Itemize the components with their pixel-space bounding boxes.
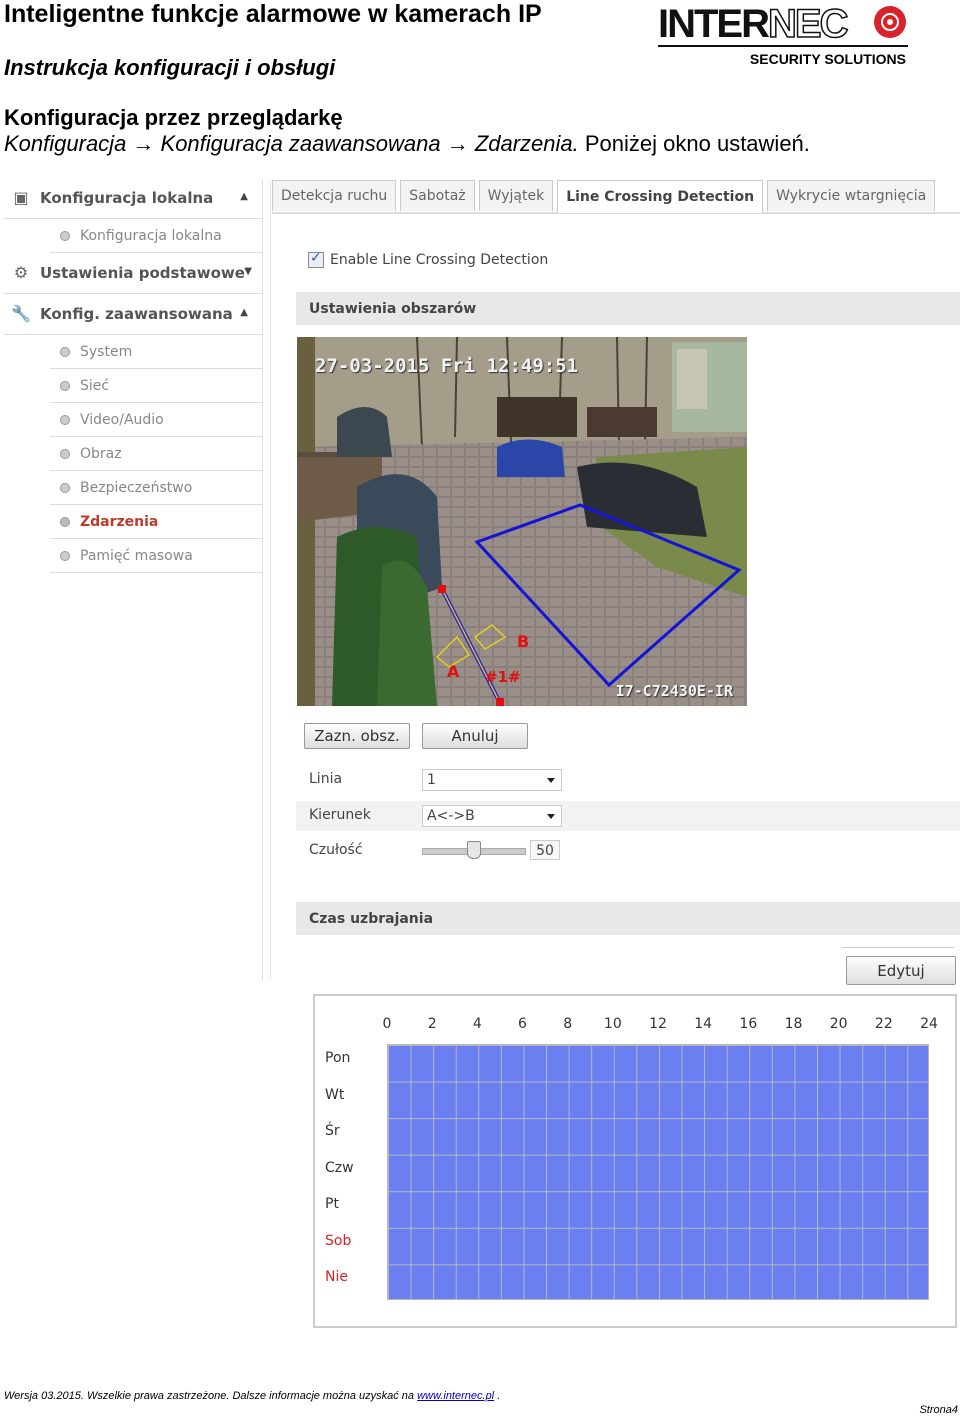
- document-title: Inteligentne funkcje alarmowe w kamerach…: [4, 0, 542, 28]
- tab-line-crossing[interactable]: Line Crossing Detection: [557, 180, 764, 213]
- sidebar-item-network[interactable]: Sieć: [50, 369, 262, 403]
- line-label: Linia: [309, 771, 343, 787]
- day-label: Pt: [325, 1196, 339, 1213]
- camera-name: I7-C72430E-IR: [615, 682, 733, 700]
- monitor-icon: ▣: [13, 188, 29, 207]
- sensitivity-label: Czułość: [309, 842, 363, 858]
- bullet-icon: [60, 380, 70, 391]
- day-label: Sob: [325, 1232, 352, 1249]
- hour-label: 22: [874, 1016, 893, 1032]
- sidebar: ▣ Konfiguracja lokalna ▲ Konfiguracja lo…: [4, 178, 262, 578]
- hour-label: 14: [694, 1016, 713, 1032]
- sensitivity-slider-thumb[interactable]: [467, 841, 481, 859]
- hour-label: 6: [518, 1016, 527, 1032]
- sidebar-group-basic[interactable]: ⚙ Ustawienia podstawowe ▼: [4, 253, 262, 294]
- sidebar-divider: [262, 180, 263, 980]
- sidebar-item-storage[interactable]: Pamięć masowa: [50, 539, 262, 573]
- sensitivity-value[interactable]: 50: [530, 840, 560, 860]
- edit-divider: [842, 947, 954, 948]
- sidebar-group-advanced[interactable]: 🔧 Konfig. zaawansowana ▲: [4, 294, 262, 335]
- arming-schedule-header: Czas uzbrajania: [296, 902, 960, 935]
- enable-line-crossing-row[interactable]: Enable Line Crossing Detection: [308, 250, 549, 268]
- enable-checkbox[interactable]: [308, 250, 324, 268]
- direction-select[interactable]: A<->B: [422, 805, 562, 827]
- camera-scene: A B #1#: [297, 337, 747, 706]
- content-divider: [270, 180, 271, 980]
- hour-label: 20: [829, 1016, 848, 1032]
- schedule-grid[interactable]: [387, 1044, 929, 1300]
- hour-label: 10: [603, 1016, 622, 1032]
- chevron-up-icon: ▲: [240, 307, 248, 318]
- section-title: Konfiguracja przez przeglądarkę: [4, 105, 343, 130]
- svg-text:B: B: [517, 632, 529, 651]
- logo-ring-icon: [874, 6, 906, 38]
- svg-text:A: A: [447, 662, 460, 681]
- internec-logo: INTERNEC SECURITY SOLUTIONS: [658, 2, 908, 67]
- sidebar-item-video-audio[interactable]: Video/Audio: [50, 403, 262, 437]
- svg-text:#1#: #1#: [485, 668, 521, 686]
- sidebar-group-local[interactable]: ▣ Konfiguracja lokalna ▲: [4, 178, 262, 219]
- bullet-icon: [60, 346, 70, 357]
- bullet-icon: [60, 482, 70, 493]
- edit-schedule-button[interactable]: Edytuj: [846, 956, 956, 985]
- day-label: Pon: [325, 1050, 351, 1066]
- camera-preview[interactable]: A B #1# 27-03-2015 Fri 12:49:51 I7-C7243…: [297, 337, 747, 706]
- bullet-icon: [60, 516, 70, 527]
- hour-label: 12: [649, 1016, 667, 1032]
- chevron-down-icon: ▼: [244, 266, 252, 277]
- schedule-panel: 0 2 4 6 8 10 12 14 16 18 20 22 24 Pon Wt Śr Czw Pt Sob Nie: [313, 994, 957, 1328]
- tab-intrusion[interactable]: Wykrycie wtargnięcia: [767, 180, 936, 211]
- tab-exception[interactable]: Wyjątek: [478, 180, 554, 211]
- camera-timestamp: 27-03-2015 Fri 12:49:51: [315, 355, 579, 377]
- sidebar-item-system[interactable]: System: [50, 335, 262, 369]
- area-settings-header: Ustawienia obszarów: [296, 292, 960, 325]
- direction-label: Kierunek: [309, 807, 371, 823]
- tab-tamper[interactable]: Sabotaż: [400, 180, 475, 211]
- day-label: Nie: [325, 1269, 348, 1286]
- website-link[interactable]: www.internec.pl: [417, 1390, 494, 1402]
- breadcrumb-note: Poniżej okno ustawień.: [578, 131, 810, 156]
- breadcrumb-path: Konfiguracja → Konfiguracja zaawansowana…: [4, 131, 579, 156]
- bullet-icon: [60, 414, 70, 425]
- hour-label: 2: [427, 1016, 437, 1032]
- page-number: Strona4: [919, 1404, 958, 1416]
- draw-area-button[interactable]: Zazn. obsz.: [304, 723, 410, 749]
- gear-icon: ⚙: [13, 263, 29, 282]
- tab-motion-detection[interactable]: Detekcja ruchu: [272, 180, 397, 211]
- hour-label: 0: [382, 1016, 392, 1032]
- hour-label: 4: [472, 1016, 482, 1032]
- direction-row: [296, 801, 960, 831]
- hour-label: 18: [784, 1016, 803, 1032]
- sidebar-item-events[interactable]: Zdarzenia: [50, 505, 262, 539]
- wrench-icon: 🔧: [11, 304, 31, 323]
- breadcrumb: Konfiguracja → Konfiguracja zaawansowana…: [4, 131, 810, 157]
- day-label: Śr: [325, 1123, 340, 1140]
- tab-bar: Detekcja ruchu Sabotaż Wyjątek Line Cros…: [272, 180, 960, 214]
- chevron-up-icon: ▲: [240, 191, 248, 202]
- day-label: Czw: [325, 1159, 354, 1176]
- hour-label: 24: [920, 1016, 938, 1032]
- day-label: Wt: [325, 1086, 345, 1103]
- bullet-icon: [60, 550, 70, 561]
- hour-label: 16: [739, 1016, 758, 1032]
- sidebar-item-local-config[interactable]: Konfiguracja lokalna: [50, 219, 262, 253]
- dropdown-arrow-icon: [547, 778, 555, 783]
- footer: Wersja 03.2015. Wszelkie prawa zastrzeżo…: [4, 1390, 501, 1402]
- sidebar-item-security[interactable]: Bezpieczeństwo: [50, 471, 262, 505]
- bullet-icon: [60, 230, 70, 241]
- sidebar-item-image[interactable]: Obraz: [50, 437, 262, 471]
- bullet-icon: [60, 448, 70, 459]
- document-subtitle: Instrukcja konfiguracji i obsługi: [4, 55, 336, 80]
- enable-label: Enable Line Crossing Detection: [330, 252, 549, 268]
- line-select[interactable]: 1: [422, 769, 562, 791]
- dropdown-arrow-icon: [547, 814, 555, 819]
- cancel-button[interactable]: Anuluj: [422, 723, 528, 749]
- hour-label: 8: [563, 1016, 573, 1032]
